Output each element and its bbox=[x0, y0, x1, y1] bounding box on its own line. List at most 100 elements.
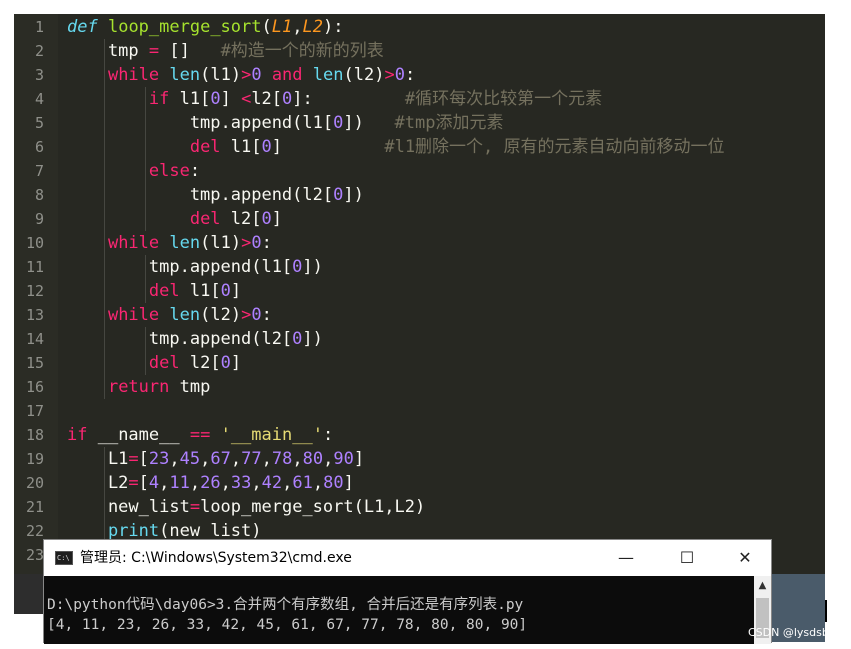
code-line[interactable]: return tmp bbox=[67, 375, 210, 399]
code-token: l2[ bbox=[220, 209, 262, 229]
code-line[interactable]: if __name__ == '__main__': bbox=[67, 423, 333, 447]
code-token: 45 bbox=[179, 449, 201, 469]
code-token: > bbox=[241, 233, 252, 253]
code-token: > bbox=[241, 305, 252, 325]
code-line[interactable]: else: bbox=[67, 159, 200, 183]
line-number: 21 bbox=[25, 498, 44, 516]
code-token: tmp.append(l2[ bbox=[67, 185, 334, 205]
code-token: ]) bbox=[343, 185, 364, 205]
code-line[interactable]: del l2[0] bbox=[67, 351, 241, 375]
minimize-button[interactable]: — bbox=[603, 540, 649, 576]
code-token: 0 bbox=[210, 89, 221, 109]
code-token: , bbox=[292, 449, 303, 469]
watermark: CSDN @lysdsb. bbox=[748, 626, 833, 639]
code-token: , bbox=[292, 17, 303, 37]
code-token: #循环每次比较第一个元素 bbox=[404, 89, 603, 109]
code-token: while bbox=[107, 305, 160, 325]
code-editor[interactable]: 1 2 3 4 5 6 7 8 9 10 11 12 13 14 15 16 17 18 19 20 21 22 23 de… bbox=[14, 14, 825, 588]
code-token: ] bbox=[230, 281, 242, 301]
code-token: : bbox=[261, 233, 272, 253]
code-line[interactable]: del l1[0] bbox=[67, 279, 241, 303]
code-line[interactable]: L1=[23,45,67,77,78,80,90] bbox=[67, 447, 364, 471]
line-number: 15 bbox=[25, 354, 44, 372]
code-line[interactable]: del l2[0] bbox=[67, 207, 282, 231]
code-token: : bbox=[189, 161, 201, 181]
code-line[interactable]: new_list=loop_merge_sort(L1,L2) bbox=[67, 495, 425, 519]
code-token: tmp.append(l2[ bbox=[67, 329, 293, 349]
line-number: 3 bbox=[34, 66, 44, 84]
code-token: del bbox=[148, 281, 180, 301]
code-token: ] bbox=[343, 473, 354, 493]
code-token: [ bbox=[138, 449, 149, 469]
code-line[interactable]: def loop_merge_sort(L1,L2): bbox=[67, 15, 343, 39]
code-token: , bbox=[189, 473, 201, 493]
cmd-window[interactable]: C:\ 管理员: C:\Windows\System32\cmd.exe — ☐… bbox=[43, 539, 772, 644]
code-token: print bbox=[107, 521, 160, 541]
code-line[interactable]: del l1[0] #l1删除一个, 原有的元素自动向前移动一位 bbox=[67, 135, 725, 159]
line-number: 19 bbox=[25, 450, 44, 468]
code-token: l1[ bbox=[220, 137, 262, 157]
line-number: 8 bbox=[34, 186, 44, 204]
code-line[interactable]: if l1[0] <l2[0]: #循环每次比较第一个元素 bbox=[67, 87, 602, 111]
code-token: ]) bbox=[302, 257, 323, 277]
maximize-button[interactable]: ☐ bbox=[664, 540, 710, 576]
code-token: , bbox=[282, 473, 293, 493]
code-token: (new_list) bbox=[159, 521, 262, 541]
code-token: ( bbox=[261, 17, 272, 37]
code-line[interactable]: while len(l1)>0 and len(l2)>0: bbox=[67, 63, 415, 87]
code-line[interactable]: tmp.append(l1[0]) bbox=[67, 255, 323, 279]
code-token: ): bbox=[322, 17, 344, 37]
code-line[interactable]: tmp.append(l2[0]) bbox=[67, 183, 364, 207]
line-number: 7 bbox=[34, 162, 44, 180]
code-token: , bbox=[230, 449, 242, 469]
code-token: len bbox=[169, 65, 201, 85]
code-token: 0 bbox=[292, 257, 303, 277]
line-number: 13 bbox=[25, 306, 44, 324]
code-token: , bbox=[200, 449, 211, 469]
code-token: 78 bbox=[271, 449, 293, 469]
code-token: 0 bbox=[292, 329, 303, 349]
code-token: 0 bbox=[282, 89, 293, 109]
code-line[interactable]: tmp.append(l2[0]) bbox=[67, 327, 323, 351]
code-line[interactable]: tmp.append(l1[0]) #tmp添加元素 bbox=[67, 111, 504, 135]
code-token: loop_merge_sort(L1,L2) bbox=[200, 497, 426, 517]
code-token: 0 bbox=[251, 65, 262, 85]
code-token: (l2) bbox=[200, 305, 242, 325]
code-line[interactable]: L2=[4,11,26,33,42,61,80] bbox=[67, 471, 354, 495]
code-token: 90 bbox=[333, 449, 354, 469]
line-number: 10 bbox=[25, 234, 44, 252]
line-number: 17 bbox=[25, 402, 44, 420]
code-token: len bbox=[169, 305, 201, 325]
console-line-result: [4, 11, 23, 26, 33, 42, 45, 61, 67, 77, … bbox=[47, 617, 528, 633]
code-token: ] bbox=[271, 209, 282, 229]
code-line[interactable]: while len(l1)>0: bbox=[67, 231, 272, 255]
line-number: 14 bbox=[25, 330, 44, 348]
code-line[interactable]: tmp = [] #构造一个的新的列表 bbox=[67, 39, 384, 63]
code-token: ]: bbox=[292, 89, 405, 109]
code-token: 0 bbox=[261, 137, 272, 157]
code-token: len bbox=[169, 233, 201, 253]
console-output[interactable]: D:\python代码\day06>3.合并两个有序数组, 合并后还是有序列表.… bbox=[44, 576, 771, 644]
code-token: 23 bbox=[148, 449, 170, 469]
cmd-titlebar[interactable]: C:\ 管理员: C:\Windows\System32\cmd.exe — ☐… bbox=[44, 540, 771, 577]
code-token: ]) bbox=[343, 113, 395, 133]
code-token: del bbox=[189, 209, 221, 229]
code-token: l1[ bbox=[169, 89, 211, 109]
line-number: 2 bbox=[34, 42, 44, 60]
close-button[interactable]: ✕ bbox=[722, 540, 768, 576]
code-line[interactable]: while len(l2)>0: bbox=[67, 303, 272, 327]
line-number: 9 bbox=[34, 210, 44, 228]
code-token: 0 bbox=[220, 281, 231, 301]
code-token: : bbox=[261, 305, 272, 325]
scroll-up-arrow-icon[interactable]: ▲ bbox=[754, 578, 771, 594]
code-token: = bbox=[128, 473, 139, 493]
code-token: 0 bbox=[220, 353, 231, 373]
code-token: 0 bbox=[333, 113, 344, 133]
line-number: 20 bbox=[25, 474, 44, 492]
